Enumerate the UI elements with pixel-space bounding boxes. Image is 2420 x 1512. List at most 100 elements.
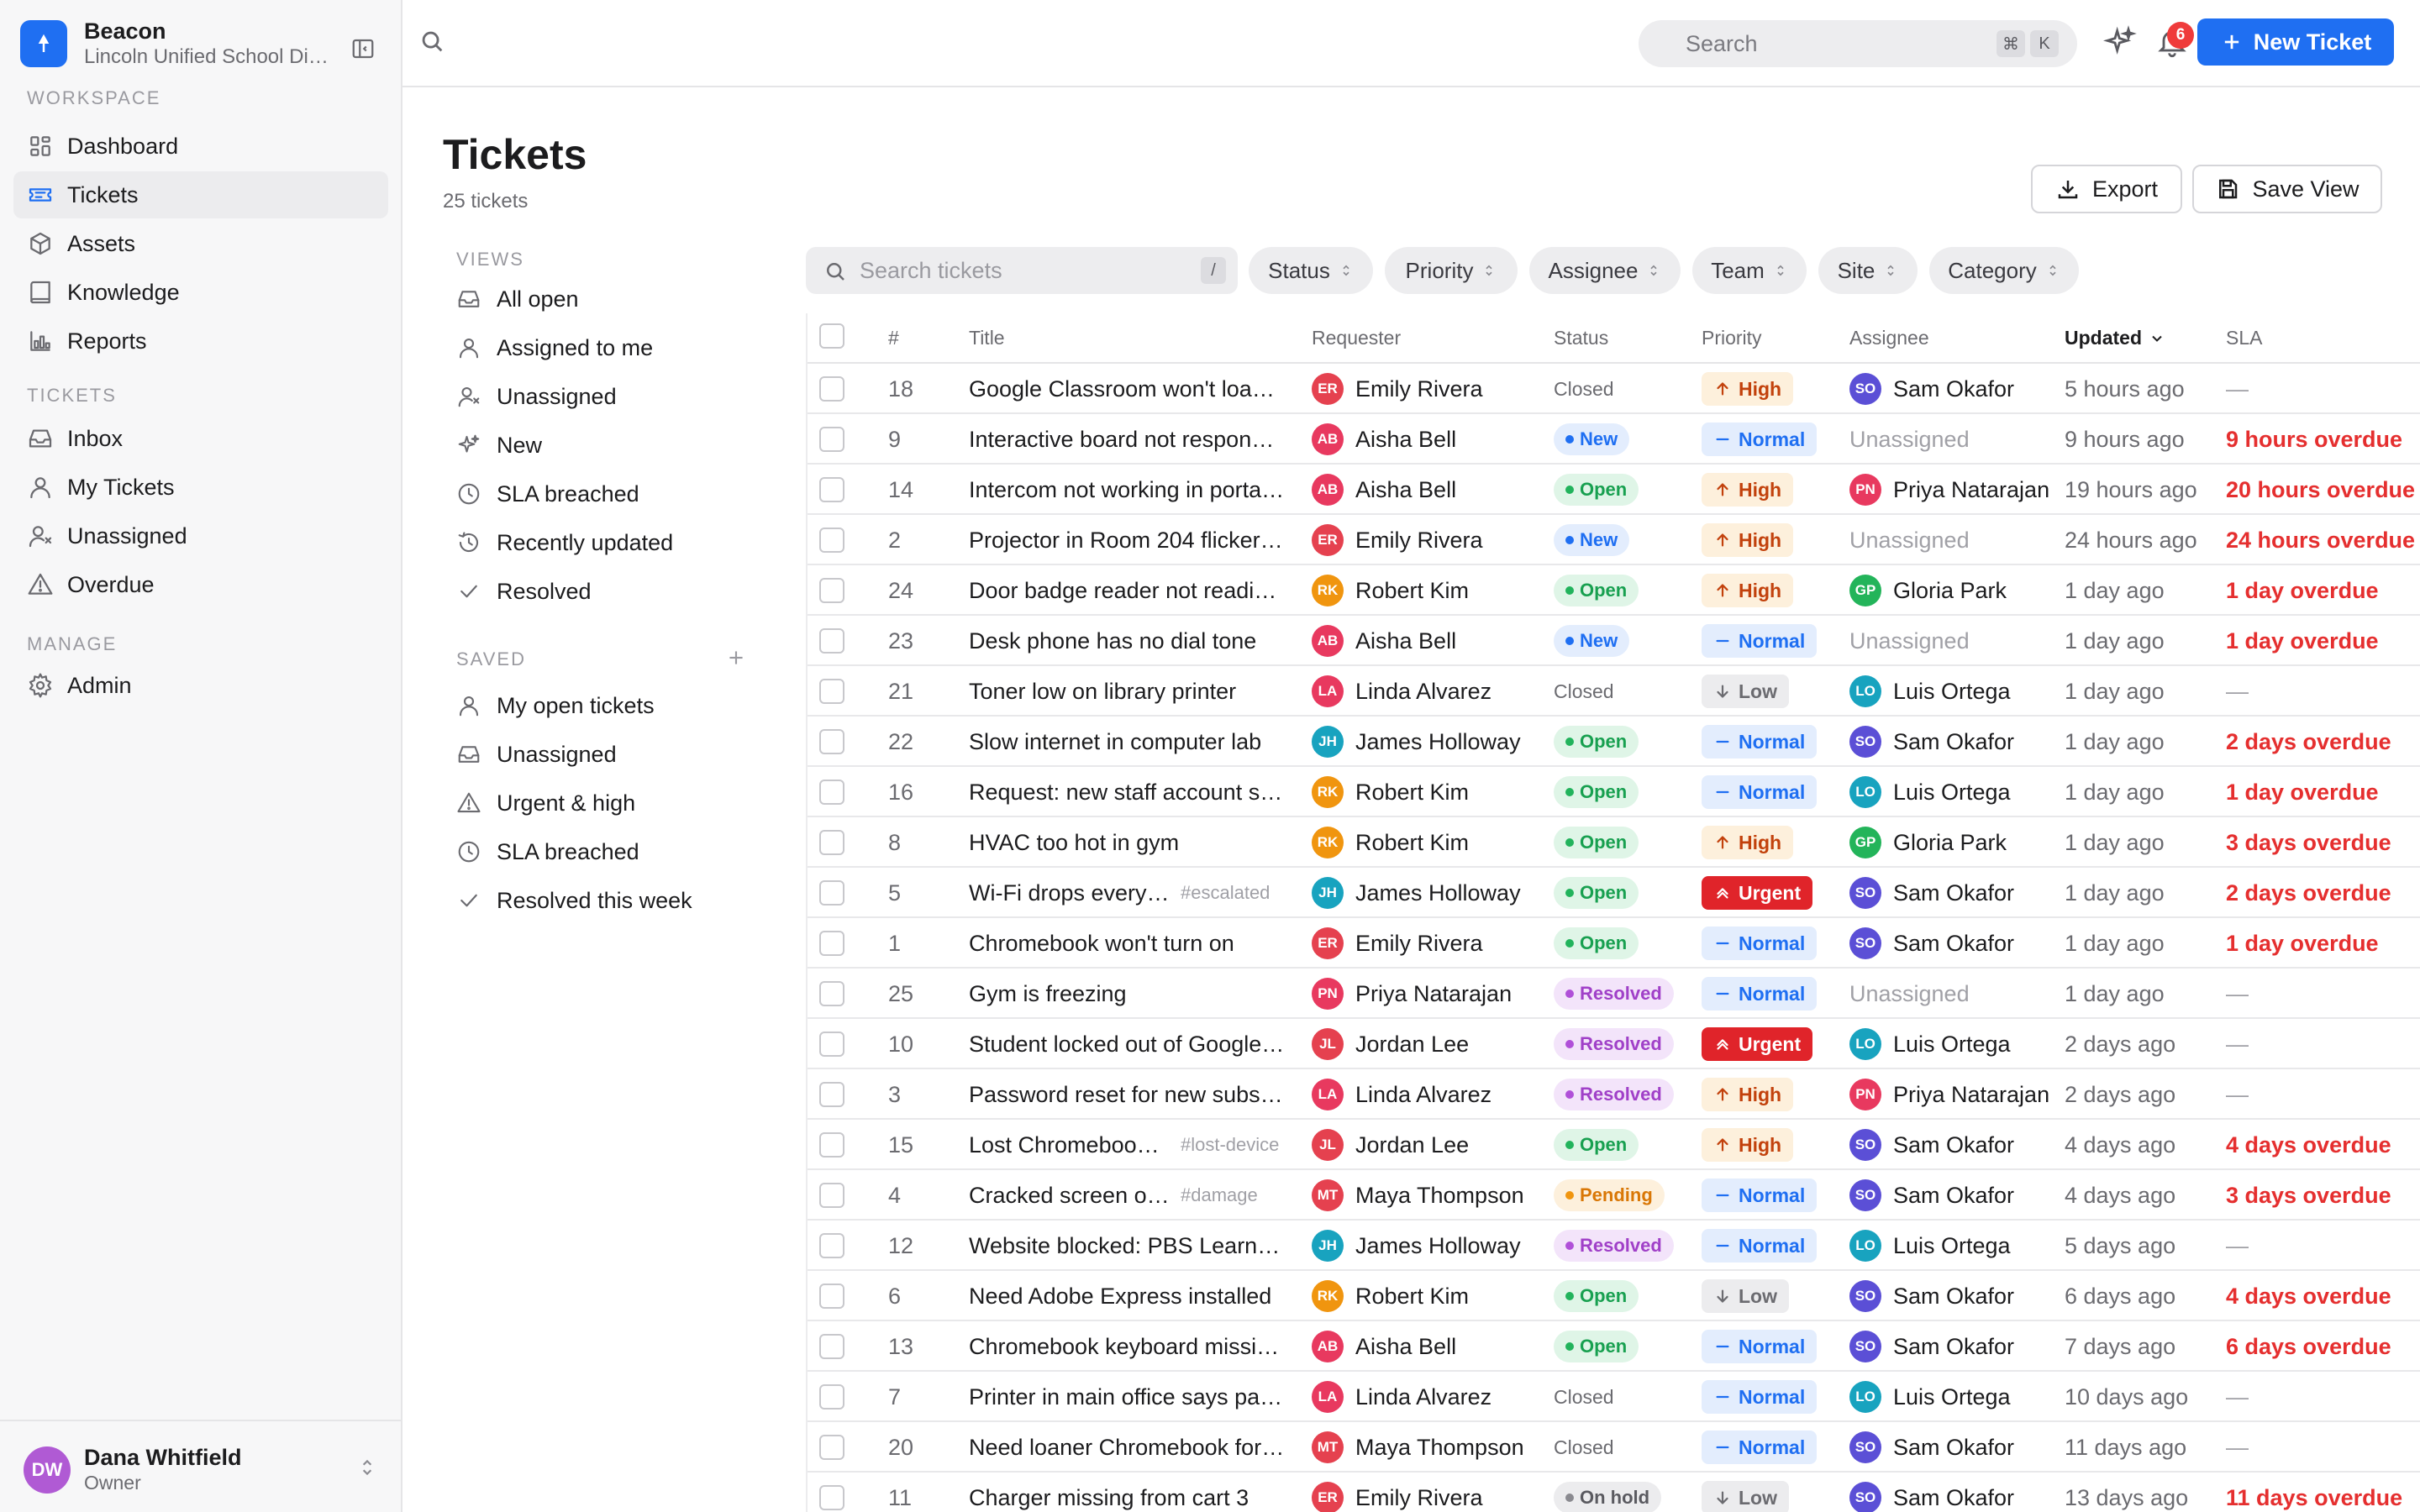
row-checkbox[interactable] [819, 666, 844, 717]
sidebar-item-my-tickets[interactable]: My Tickets [13, 464, 388, 511]
status-cell[interactable]: Open [1554, 565, 1697, 616]
ticket-title-cell[interactable]: Need Adobe Express installed [969, 1271, 1305, 1321]
view-item[interactable]: SLA breached [456, 475, 639, 513]
ticket-title-cell[interactable]: Charger missing from cart 3 [969, 1473, 1305, 1512]
table-row[interactable]: 15 Lost Chromebook on bus #lost-device JL Jo… [808, 1120, 2420, 1170]
column-sla[interactable]: SLA [2226, 327, 2262, 349]
table-row[interactable]: 4 Cracked screen on iPad #damage MT Maya Tho… [808, 1170, 2420, 1221]
row-checkbox[interactable] [819, 1473, 844, 1512]
table-row[interactable]: 14 Intercom not working in portable class… [808, 465, 2420, 515]
row-checkbox[interactable] [819, 717, 844, 767]
view-item[interactable]: New [456, 426, 542, 465]
table-row[interactable]: 3 Password reset for new substitute LA Lind… [808, 1069, 2420, 1120]
view-item[interactable]: All open [456, 280, 579, 318]
ticket-title-cell[interactable]: Request: new staff account setup [969, 767, 1305, 817]
priority-cell[interactable]: Urgent [1702, 868, 1844, 918]
requester-cell[interactable]: JH James Holloway [1312, 868, 1547, 918]
table-row[interactable]: 24Door badge reader not reading cardsRKR… [808, 565, 2420, 616]
user-menu[interactable]: DW Dana Whitfield Owner [0, 1420, 402, 1512]
sidebar-item-admin[interactable]: Admin [13, 662, 388, 709]
priority-cell[interactable]: Normal [1702, 616, 1844, 666]
ticket-title-cell[interactable]: Gym is freezing [969, 969, 1305, 1019]
assignee-cell[interactable]: SO Sam Okafor [1849, 717, 2056, 767]
assignee-cell[interactable]: PN Priya Natarajan [1849, 1069, 2056, 1120]
view-item[interactable]: Resolved [456, 572, 592, 611]
requester-cell[interactable]: AB Aisha Bell [1312, 465, 1547, 515]
requester-cell[interactable]: ER Emily Rivera [1312, 515, 1547, 565]
global-search-input[interactable]: Search ⌘ K [1639, 20, 2077, 67]
search-icon[interactable] [418, 27, 446, 55]
assignee-cell[interactable]: PN Priya Natarajan [1849, 465, 2056, 515]
status-cell[interactable]: New [1554, 515, 1697, 565]
requester-cell[interactable]: MT Maya Thompson [1312, 1170, 1547, 1221]
priority-cell[interactable]: Urgent [1702, 1019, 1844, 1069]
table-row[interactable]: 23 Desk phone has no dial tone AB Aisha Bel… [808, 616, 2420, 666]
table-row[interactable]: 16 Request: new staff account setup RK Robe… [808, 767, 2420, 817]
requester-cell[interactable]: MT Maya Thompson [1312, 1422, 1547, 1473]
saved-view-item[interactable]: Unassigned [456, 735, 617, 774]
filter-assignee-button[interactable]: Assignee [1529, 247, 1681, 294]
requester-cell[interactable]: RK Robert Kim [1312, 817, 1547, 868]
requester-cell[interactable]: AB Aisha Bell [1312, 414, 1547, 465]
view-item[interactable]: Unassigned [456, 377, 617, 416]
priority-cell[interactable]: High [1702, 565, 1844, 616]
row-checkbox[interactable] [819, 364, 844, 414]
sidebar-item-tickets[interactable]: Tickets [13, 171, 388, 218]
assignee-cell[interactable]: SO Sam Okafor [1849, 918, 2056, 969]
ticket-title-cell[interactable]: Printer in main office says paper jam [969, 1372, 1305, 1422]
column-updated[interactable]: Updated [2065, 327, 2165, 349]
column-title[interactable]: Title [969, 327, 1005, 349]
ticket-title-cell[interactable]: Website blocked: PBS LearningMedia [969, 1221, 1305, 1271]
requester-cell[interactable]: ER Emily Rivera [1312, 1473, 1547, 1512]
status-cell[interactable]: Open [1554, 817, 1697, 868]
sidebar-item-assets[interactable]: Assets [13, 220, 388, 267]
priority-cell[interactable]: Normal [1702, 1372, 1844, 1422]
sidebar-item-reports[interactable]: Reports [13, 318, 388, 365]
view-item[interactable]: Assigned to me [456, 328, 653, 367]
status-cell[interactable]: Pending [1554, 1170, 1697, 1221]
status-cell[interactable]: Closed [1554, 1372, 1697, 1422]
saved-view-item[interactable]: Urgent & high [456, 784, 635, 822]
assignee-cell[interactable]: SO Sam Okafor [1849, 1321, 2056, 1372]
filter-site-button[interactable]: Site [1818, 247, 1918, 294]
row-checkbox[interactable] [819, 918, 844, 969]
ticket-title-cell[interactable]: Student locked out of Google account [969, 1019, 1305, 1069]
ticket-title-cell[interactable]: Password reset for new substitute [969, 1069, 1305, 1120]
saved-view-item[interactable]: Resolved this week [456, 881, 692, 920]
priority-cell[interactable]: High [1702, 515, 1844, 565]
ticket-title-cell[interactable]: Need loaner Chromebook for student [969, 1422, 1305, 1473]
requester-cell[interactable]: JL Jordan Lee [1312, 1019, 1547, 1069]
table-row[interactable]: 6 Need Adobe Express installed RK Robert Ki… [808, 1271, 2420, 1321]
status-cell[interactable]: Resolved [1554, 1221, 1697, 1271]
export-button[interactable]: Export [2031, 165, 2182, 213]
status-cell[interactable]: Open [1554, 1271, 1697, 1321]
assignee-cell[interactable]: LO Luis Ortega [1849, 1221, 2056, 1271]
ticket-search-input[interactable]: Search tickets / [806, 247, 1238, 294]
status-cell[interactable]: Resolved [1554, 1069, 1697, 1120]
assignee-cell[interactable]: Unassigned [1849, 969, 2056, 1019]
priority-cell[interactable]: Low [1702, 666, 1844, 717]
requester-cell[interactable]: LA Linda Alvarez [1312, 666, 1547, 717]
priority-cell[interactable]: Normal [1702, 767, 1844, 817]
filter-priority-button[interactable]: Priority [1385, 247, 1518, 294]
status-cell[interactable]: Resolved [1554, 969, 1697, 1019]
ticket-title-cell[interactable]: Desk phone has no dial tone [969, 616, 1305, 666]
table-row[interactable]: 13 Chromebook keyboard missing keys AB Aish… [808, 1321, 2420, 1372]
requester-cell[interactable]: RK Robert Kim [1312, 1271, 1547, 1321]
status-cell[interactable]: On hold [1554, 1473, 1697, 1512]
table-row[interactable]: 5 Wi-Fi drops every few minutes #escalated… [808, 868, 2420, 918]
ticket-title-cell[interactable]: Interactive board not responding to touc… [969, 414, 1305, 465]
priority-cell[interactable]: Normal [1702, 918, 1844, 969]
table-row[interactable]: 22 Slow internet in computer lab JH James H… [808, 717, 2420, 767]
status-cell[interactable]: Open [1554, 767, 1697, 817]
priority-cell[interactable]: High [1702, 364, 1844, 414]
column-requester[interactable]: Requester [1312, 327, 1401, 349]
assignee-cell[interactable]: SO Sam Okafor [1849, 1271, 2056, 1321]
ticket-title-cell[interactable]: Intercom not working in portable classro… [969, 465, 1305, 515]
row-checkbox[interactable] [819, 515, 844, 565]
table-row[interactable]: 1 Chromebook won't turn on ER Emily Rivera O… [808, 918, 2420, 969]
priority-cell[interactable]: Normal [1702, 1221, 1844, 1271]
ai-assist-button[interactable] [2103, 25, 2137, 59]
sidebar-item-overdue[interactable]: Overdue [13, 561, 388, 608]
table-row[interactable]: 7 Printer in main office says paper jam LA… [808, 1372, 2420, 1422]
